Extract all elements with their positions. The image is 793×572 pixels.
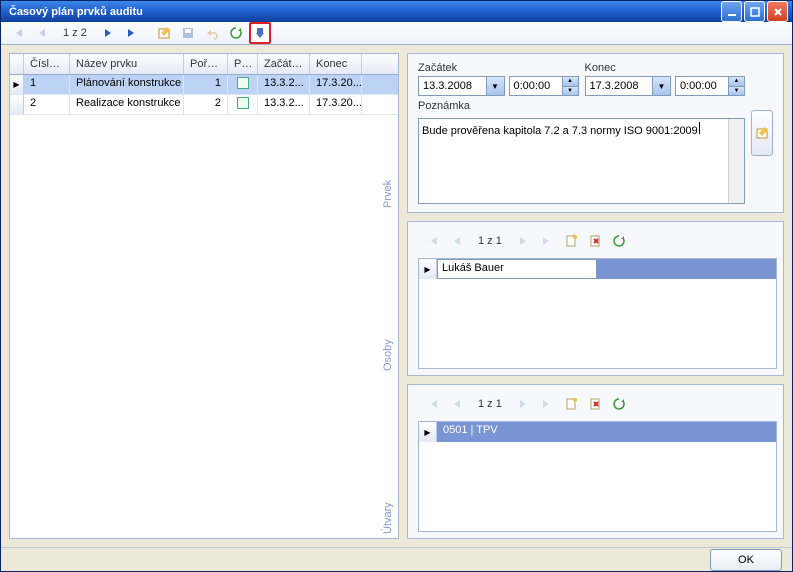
utvary-nav-next[interactable]	[512, 393, 534, 415]
cell-zacatek: 13.3.2...	[258, 95, 310, 114]
poznamka-scrollbar[interactable]	[728, 119, 744, 203]
header-indicator	[10, 54, 24, 74]
osoby-nav-last[interactable]	[536, 230, 558, 252]
nav-first-button[interactable]	[7, 22, 29, 44]
window-title: Časový plán prvků auditu	[9, 6, 721, 18]
utvary-toolbar: 1 z 1	[418, 391, 777, 417]
osoby-position: 1 z 1	[470, 235, 510, 247]
nav-prev-button[interactable]	[31, 22, 53, 44]
osoby-toolbar: 1 z 1	[418, 228, 777, 254]
osoby-grid: ▶ Lukáš Bauer	[418, 258, 777, 369]
osoby-name-cell[interactable]: Lukáš Bauer	[437, 259, 597, 279]
row-indicator-icon: ▶	[10, 75, 24, 94]
osoby-delete-button[interactable]	[584, 230, 606, 252]
app-window: Časový plán prvků auditu 1 z 2 Číslo ...…	[0, 0, 793, 572]
cell-pora: 1	[184, 75, 228, 94]
utvary-cell: 0501 | TPV	[437, 422, 776, 442]
cell-konec: 17.3.20...	[310, 95, 362, 114]
close-button[interactable]	[767, 1, 788, 22]
row-indicator-icon	[10, 95, 24, 114]
header-zacatek[interactable]: Začátek	[258, 54, 310, 74]
zacatek-time-spin[interactable]: ▲▼	[563, 76, 579, 96]
footer: OK	[1, 547, 792, 571]
cell-zacatek: 13.3.2...	[258, 75, 310, 94]
konec-date-field[interactable]: 17.3.2008	[585, 76, 654, 96]
table-row[interactable]: ▶ 1 Plánování konstrukce 1 13.3.2... 17.…	[10, 75, 398, 95]
konec-label: Konec	[585, 62, 746, 74]
osoby-nav-first[interactable]	[422, 230, 444, 252]
table-row[interactable]: 2 Realizace konstrukce 2 13.3.2... 17.3.…	[10, 95, 398, 115]
cell-pora: 2	[184, 95, 228, 114]
right-panel: Prvek Začátek 13.3.2008 ▼ 0:00:00 ▲▼	[407, 53, 784, 539]
titlebar: Časový plán prvků auditu	[1, 1, 792, 22]
refresh-button[interactable]	[225, 22, 247, 44]
nav-next-button[interactable]	[97, 22, 119, 44]
elements-grid: Číslo ... Název prvku Pořa... Pr... Začá…	[9, 53, 399, 539]
header-pr[interactable]: Pr...	[228, 54, 258, 74]
header-nazev[interactable]: Název prvku	[70, 54, 184, 74]
body-area: Číslo ... Název prvku Pořa... Pr... Začá…	[1, 45, 792, 547]
poznamka-label: Poznámka	[418, 100, 745, 112]
utvary-grid: ▶ 0501 | TPV	[418, 421, 777, 532]
header-pora[interactable]: Pořa...	[184, 54, 228, 74]
osoby-row[interactable]: ▶ Lukáš Bauer	[419, 259, 776, 279]
utvary-delete-button[interactable]	[584, 393, 606, 415]
utvary-panel: Útvary 1 z 1 ▶ 0501 | TPV	[407, 384, 784, 539]
undo-button[interactable]	[201, 22, 223, 44]
maximize-button[interactable]	[744, 1, 765, 22]
row-indicator-icon: ▶	[419, 259, 437, 279]
prvek-label: Prvek	[382, 180, 394, 208]
cell-pr	[228, 95, 258, 114]
utvary-nav-last[interactable]	[536, 393, 558, 415]
zacatek-time-field[interactable]: 0:00:00	[509, 76, 563, 96]
nav-last-button[interactable]	[121, 22, 143, 44]
save-button[interactable]	[177, 22, 199, 44]
prvek-edit-button[interactable]	[751, 110, 773, 156]
cell-cislo: 1	[24, 75, 70, 94]
cell-pr	[228, 75, 258, 94]
konec-time-field[interactable]: 0:00:00	[675, 76, 729, 96]
zacatek-date-dropdown[interactable]: ▼	[487, 76, 505, 96]
utvary-refresh-button[interactable]	[608, 393, 630, 415]
osoby-refresh-button[interactable]	[608, 230, 630, 252]
zacatek-label: Začátek	[418, 62, 579, 74]
status-square-icon	[237, 77, 249, 89]
osoby-nav-prev[interactable]	[446, 230, 468, 252]
minimize-button[interactable]	[721, 1, 742, 22]
record-position: 1 z 2	[55, 27, 95, 39]
text-cursor	[699, 122, 700, 134]
row-indicator-icon: ▶	[419, 422, 437, 442]
move-down-button[interactable]	[249, 22, 271, 44]
poznamka-textarea[interactable]: Bude prověřena kapitola 7.2 a 7.3 normy …	[418, 118, 745, 204]
osoby-label: Osoby	[382, 339, 394, 371]
cell-cislo: 2	[24, 95, 70, 114]
utvary-row[interactable]: ▶ 0501 | TPV	[419, 422, 776, 442]
konec-time-spin[interactable]: ▲▼	[729, 76, 745, 96]
cell-nazev: Realizace konstrukce	[70, 95, 184, 114]
zacatek-date-field[interactable]: 13.3.2008	[418, 76, 487, 96]
osoby-panel: Osoby 1 z 1 ▶ Lukáš Bauer	[407, 221, 784, 376]
ok-button[interactable]: OK	[710, 549, 782, 571]
cell-nazev: Plánování konstrukce	[70, 75, 184, 94]
status-square-icon	[237, 97, 249, 109]
header-konec[interactable]: Konec	[310, 54, 362, 74]
main-toolbar: 1 z 2	[1, 22, 792, 45]
grid-header: Číslo ... Název prvku Pořa... Pr... Začá…	[10, 54, 398, 75]
utvary-nav-first[interactable]	[422, 393, 444, 415]
konec-date-dropdown[interactable]: ▼	[653, 76, 671, 96]
prvek-panel: Prvek Začátek 13.3.2008 ▼ 0:00:00 ▲▼	[407, 53, 784, 213]
poznamka-text: Bude prověřena kapitola 7.2 a 7.3 normy …	[422, 125, 698, 137]
utvary-add-button[interactable]	[560, 393, 582, 415]
utvary-label: Útvary	[382, 502, 394, 534]
utvary-nav-prev[interactable]	[446, 393, 468, 415]
utvary-position: 1 z 1	[470, 398, 510, 410]
edit-button[interactable]	[153, 22, 175, 44]
cell-konec: 17.3.20...	[310, 75, 362, 94]
osoby-nav-next[interactable]	[512, 230, 534, 252]
header-cislo[interactable]: Číslo ...	[24, 54, 70, 74]
osoby-add-button[interactable]	[560, 230, 582, 252]
